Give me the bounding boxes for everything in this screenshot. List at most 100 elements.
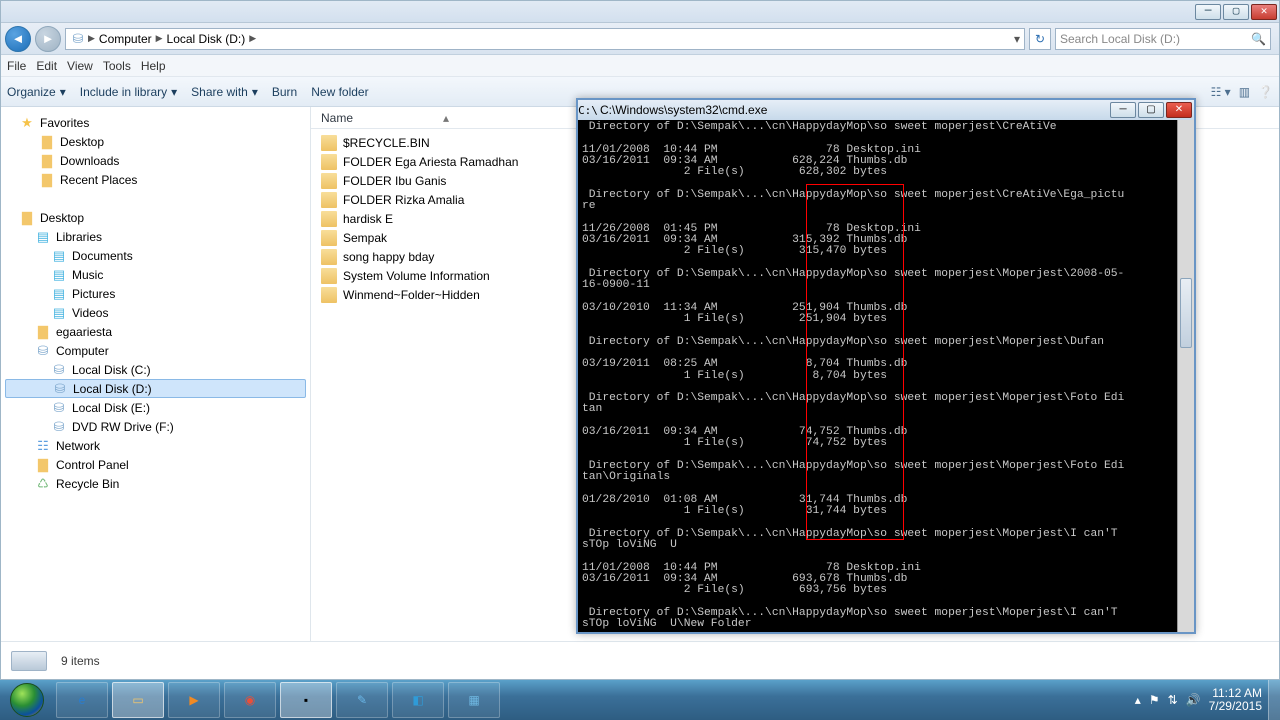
cmd-window[interactable]: C:\ C:\Windows\system32\cmd.exe ─ ▢ ✕ Di…	[576, 98, 1196, 634]
search-placeholder: Search Local Disk (D:)	[1060, 32, 1180, 46]
tree-item[interactable]: ▇egaariesta	[5, 322, 306, 341]
cmd-minimize-button[interactable]: ─	[1110, 102, 1136, 118]
folder-icon	[321, 268, 337, 284]
task-explorer[interactable]: ▭	[112, 682, 164, 718]
tray-network-icon[interactable]: ⇅	[1168, 693, 1178, 707]
chevron-right-icon: ▶	[249, 33, 256, 44]
tree-item[interactable]: ▤Videos	[5, 303, 306, 322]
burn-button[interactable]: Burn	[272, 85, 297, 99]
tree-item[interactable]: ⛁DVD RW Drive (F:)	[5, 417, 306, 436]
tree-item[interactable]: ⛁Local Disk (E:)	[5, 398, 306, 417]
lib-icon: ▤	[35, 229, 51, 245]
folder-icon: ▇	[39, 172, 55, 188]
folder-icon	[321, 287, 337, 303]
view-options-icon[interactable]: ☷ ▾	[1211, 85, 1231, 99]
drive-icon: ⛁	[52, 381, 68, 397]
tree-item[interactable]: ▤Music	[5, 265, 306, 284]
net-icon: ☷	[35, 438, 51, 454]
maximize-button[interactable]: ▢	[1223, 4, 1249, 20]
cmd-output[interactable]: Directory of D:\Sempak\...\cn\HappydayMo…	[578, 120, 1194, 632]
cmd-close-button[interactable]: ✕	[1166, 102, 1192, 118]
status-text: 9 items	[61, 654, 100, 668]
folder-icon: ▇	[39, 134, 55, 150]
file-name: FOLDER Ibu Ganis	[343, 174, 446, 188]
breadcrumb-item[interactable]: Computer	[97, 32, 154, 46]
folder-icon	[321, 173, 337, 189]
new-folder-button[interactable]: New folder	[311, 85, 368, 99]
tray-chevron-icon[interactable]: ▴	[1135, 693, 1141, 707]
tray-flag-icon[interactable]: ⚑	[1149, 693, 1160, 707]
tree-item-label: Control Panel	[56, 458, 129, 472]
breadcrumb[interactable]: ⛁ ▶ Computer ▶ Local Disk (D:) ▶ ▾	[65, 28, 1025, 50]
tree-item-label: Favorites	[40, 116, 89, 130]
tree-item[interactable]: ▇ Desktop	[5, 208, 306, 227]
cmd-scrollbar-thumb[interactable]	[1180, 278, 1192, 348]
task-app1[interactable]: ◧	[392, 682, 444, 718]
folder-icon: ▇	[39, 153, 55, 169]
chevron-right-icon: ▶	[88, 33, 95, 44]
refresh-button[interactable]: ↻	[1029, 28, 1051, 50]
help-icon[interactable]: ❔	[1258, 85, 1273, 99]
menu-help[interactable]: Help	[141, 59, 166, 73]
search-input[interactable]: Search Local Disk (D:) 🔍	[1055, 28, 1271, 50]
organize-menu[interactable]: Organize ▾	[7, 85, 66, 99]
cmd-titlebar[interactable]: C:\ C:\Windows\system32\cmd.exe ─ ▢ ✕	[578, 98, 1194, 120]
navigation-tree[interactable]: ★Favorites▇Desktop▇Downloads▇Recent Plac…	[1, 107, 311, 641]
tree-item[interactable]: ▇Recent Places	[5, 170, 306, 189]
file-name: $RECYCLE.BIN	[343, 136, 430, 150]
search-icon: 🔍	[1251, 32, 1266, 46]
tree-item-label: Downloads	[60, 154, 119, 168]
tree-item[interactable]: ▇Desktop	[5, 132, 306, 151]
app2-icon: ▦	[468, 693, 479, 707]
menu-file[interactable]: File	[7, 59, 26, 73]
chevron-down-icon[interactable]: ▾	[1014, 32, 1020, 46]
tree-item[interactable]: ▇ Downloads	[5, 151, 306, 170]
tree-item[interactable]: ⛁Computer	[5, 341, 306, 360]
tree-item-label: Local Disk (D:)	[73, 382, 152, 396]
tree-item-label: Desktop	[40, 211, 84, 225]
task-ie[interactable]: e	[56, 682, 108, 718]
tree-item-label: Libraries	[56, 230, 102, 244]
tree-item[interactable]: ★Favorites	[5, 113, 306, 132]
folder-icon	[321, 230, 337, 246]
tree-item[interactable]	[5, 189, 306, 208]
tree-item[interactable]: ▇Control Panel	[5, 455, 306, 474]
folder-icon	[321, 192, 337, 208]
tree-item[interactable]: ⛁Local Disk (C:)	[5, 360, 306, 379]
tree-item[interactable]: ♺Recycle Bin	[5, 474, 306, 493]
menu-view[interactable]: View	[67, 59, 93, 73]
tree-item[interactable]: ▤Pictures	[5, 284, 306, 303]
tray-volume-icon[interactable]: 🔊	[1186, 693, 1201, 707]
file-name: FOLDER Ega Ariesta Ramadhan	[343, 155, 518, 169]
breadcrumb-item[interactable]: Local Disk (D:)	[165, 32, 248, 46]
system-tray[interactable]: ▴ ⚑ ⇅ 🔊 11:12 AM 7/29/2015	[1129, 680, 1268, 720]
show-desktop-button[interactable]	[1268, 680, 1280, 720]
menu-edit[interactable]: Edit	[36, 59, 57, 73]
drive-icon: ⛁	[51, 362, 67, 378]
menu-tools[interactable]: Tools	[103, 59, 131, 73]
file-name: hardisk E	[343, 212, 393, 226]
task-cmd[interactable]: ▪	[280, 682, 332, 718]
task-chrome[interactable]: ◉	[224, 682, 276, 718]
task-wmp[interactable]: ▶	[168, 682, 220, 718]
file-name: System Volume Information	[343, 269, 490, 283]
back-button[interactable]: ◄	[5, 26, 31, 52]
tree-item[interactable]: ⛁ Local Disk (D:)	[5, 379, 306, 398]
preview-pane-icon[interactable]: ▥	[1239, 85, 1250, 99]
close-button[interactable]: ✕	[1251, 4, 1277, 20]
tree-item[interactable]: ☷Network	[5, 436, 306, 455]
taskbar-clock[interactable]: 11:12 AM 7/29/2015	[1209, 687, 1262, 713]
folder-icon: ▇	[19, 210, 35, 226]
task-paint[interactable]: ✎	[336, 682, 388, 718]
share-with-menu[interactable]: Share with ▾	[191, 85, 258, 99]
forward-button[interactable]: ►	[35, 26, 61, 52]
include-library-menu[interactable]: Include in library ▾	[80, 85, 177, 99]
tree-item[interactable]: ▤ Libraries	[5, 227, 306, 246]
drive-icon: ⛁	[35, 343, 51, 359]
start-button[interactable]	[0, 680, 54, 720]
task-app2[interactable]: ▦	[448, 682, 500, 718]
taskbar: e▭▶◉▪✎◧ ▦ ▴ ⚑ ⇅ 🔊 11:12 AM 7/29/2015	[0, 680, 1280, 720]
tree-item[interactable]: ▤Documents	[5, 246, 306, 265]
cmd-maximize-button[interactable]: ▢	[1138, 102, 1164, 118]
minimize-button[interactable]: ─	[1195, 4, 1221, 20]
